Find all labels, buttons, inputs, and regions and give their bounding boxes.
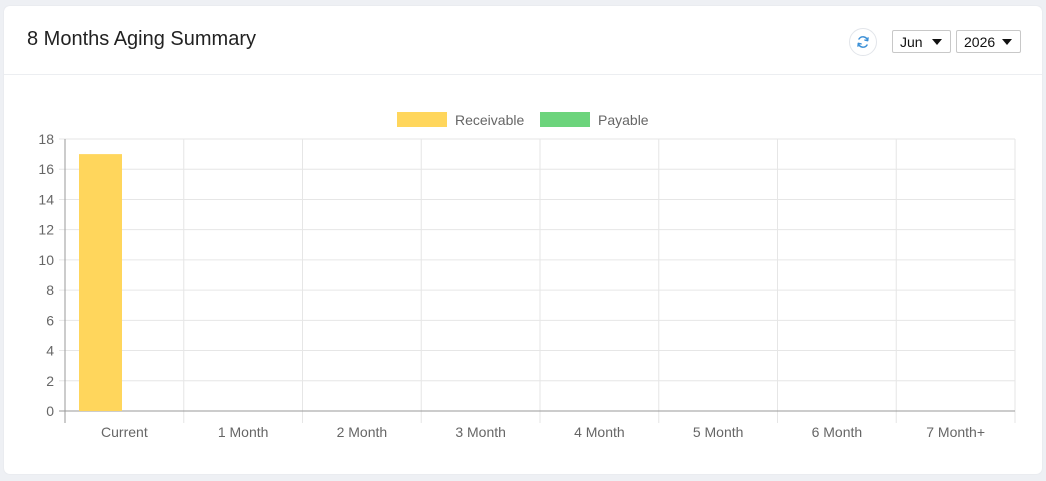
legend-label-receivable: Receivable <box>455 112 524 128</box>
y-tick-label: 18 <box>38 131 54 147</box>
y-tick-label: 16 <box>38 161 54 177</box>
y-tick-label: 14 <box>38 191 54 207</box>
x-tick-label: 4 Month <box>574 424 625 440</box>
x-tick-label: 5 Month <box>693 424 744 440</box>
legend-label-payable: Payable <box>598 112 649 128</box>
y-tick-label: 6 <box>46 312 54 328</box>
y-tick-label: 4 <box>46 343 54 359</box>
y-tick-label: 2 <box>46 373 54 389</box>
legend-swatch-receivable <box>397 112 447 127</box>
x-tick-label: 1 Month <box>218 424 269 440</box>
y-tick-label: 8 <box>46 282 54 298</box>
x-tick-label: 3 Month <box>455 424 506 440</box>
x-tick-label: 2 Month <box>337 424 388 440</box>
y-tick-label: 10 <box>38 252 54 268</box>
bar-receivable <box>79 154 122 411</box>
y-tick-label: 0 <box>46 403 54 419</box>
x-tick-label: 7 Month+ <box>926 424 985 440</box>
aging-bar-chart: 0 2 4 6 8 10 12 14 16 18 Current 1 Month 2 Month 3 Mo… <box>38 112 1016 440</box>
x-tick-label: Current <box>101 424 148 440</box>
legend-swatch-payable <box>540 112 590 127</box>
y-tick-label: 12 <box>38 222 54 238</box>
x-tick-label: 6 Month <box>812 424 863 440</box>
aging-summary-card: 8 Months Aging Summary Jun 2026 0 2 4 6 8 10 1… <box>4 6 1042 474</box>
